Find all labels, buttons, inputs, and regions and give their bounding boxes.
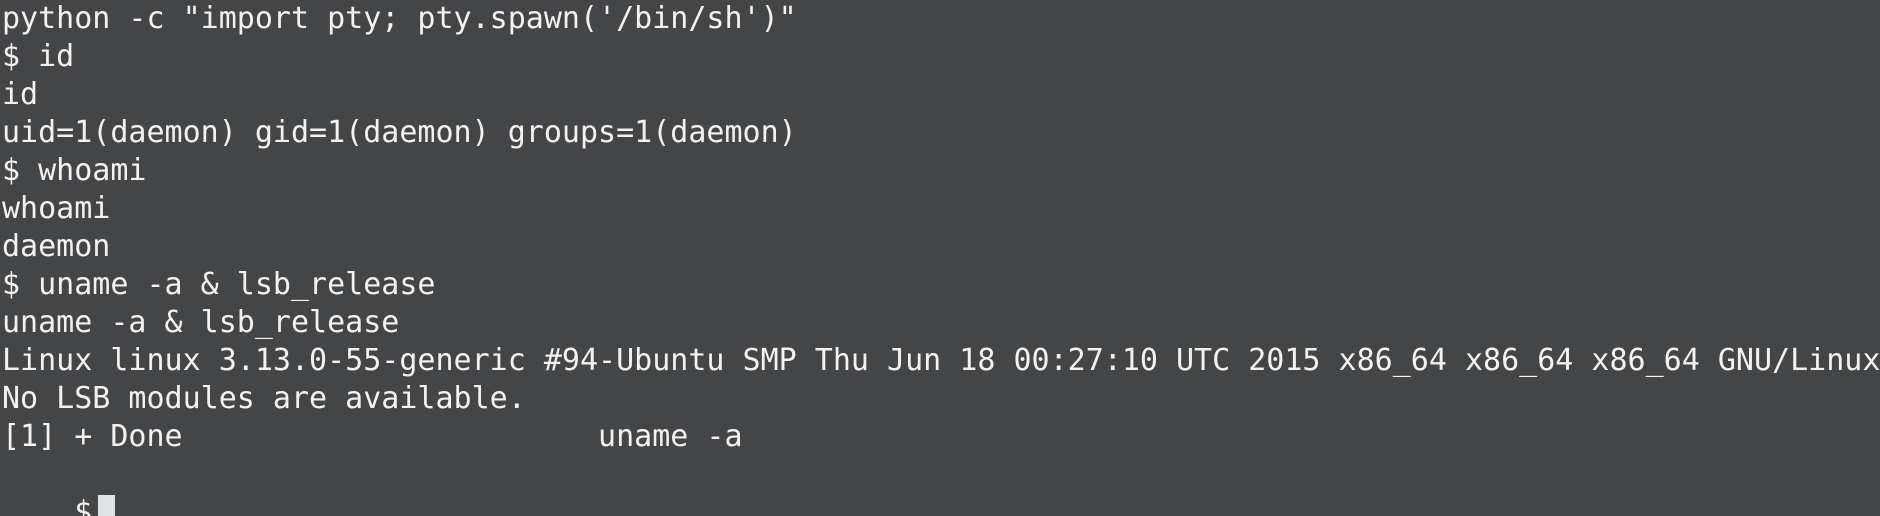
- terminal-window[interactable]: python -c "import pty; pty.spawn('/bin/s…: [0, 0, 1880, 516]
- text-cursor[interactable]: [98, 495, 116, 516]
- terminal-line: python -c "import pty; pty.spawn('/bin/s…: [2, 1, 797, 36]
- terminal-line: $ whoami: [2, 153, 147, 188]
- terminal-line: daemon: [2, 229, 111, 264]
- terminal-line: [1] + Done uname -a: [2, 419, 743, 454]
- terminal-line: $ uname -a & lsb_release: [2, 267, 436, 302]
- terminal-line: whoami: [2, 191, 111, 226]
- terminal-line: No LSB modules are available.: [2, 381, 526, 416]
- terminal-line: uname -a & lsb_release: [2, 305, 400, 340]
- shell-prompt: $: [74, 495, 93, 516]
- prompt-line[interactable]: $: [2, 456, 1880, 516]
- terminal-line: id: [2, 77, 39, 112]
- terminal-line: $ id: [2, 39, 75, 74]
- terminal-line: uid=1(daemon) gid=1(daemon) groups=1(dae…: [2, 115, 797, 150]
- terminal-line: Linux linux 3.13.0-55-generic #94-Ubuntu…: [2, 343, 1880, 378]
